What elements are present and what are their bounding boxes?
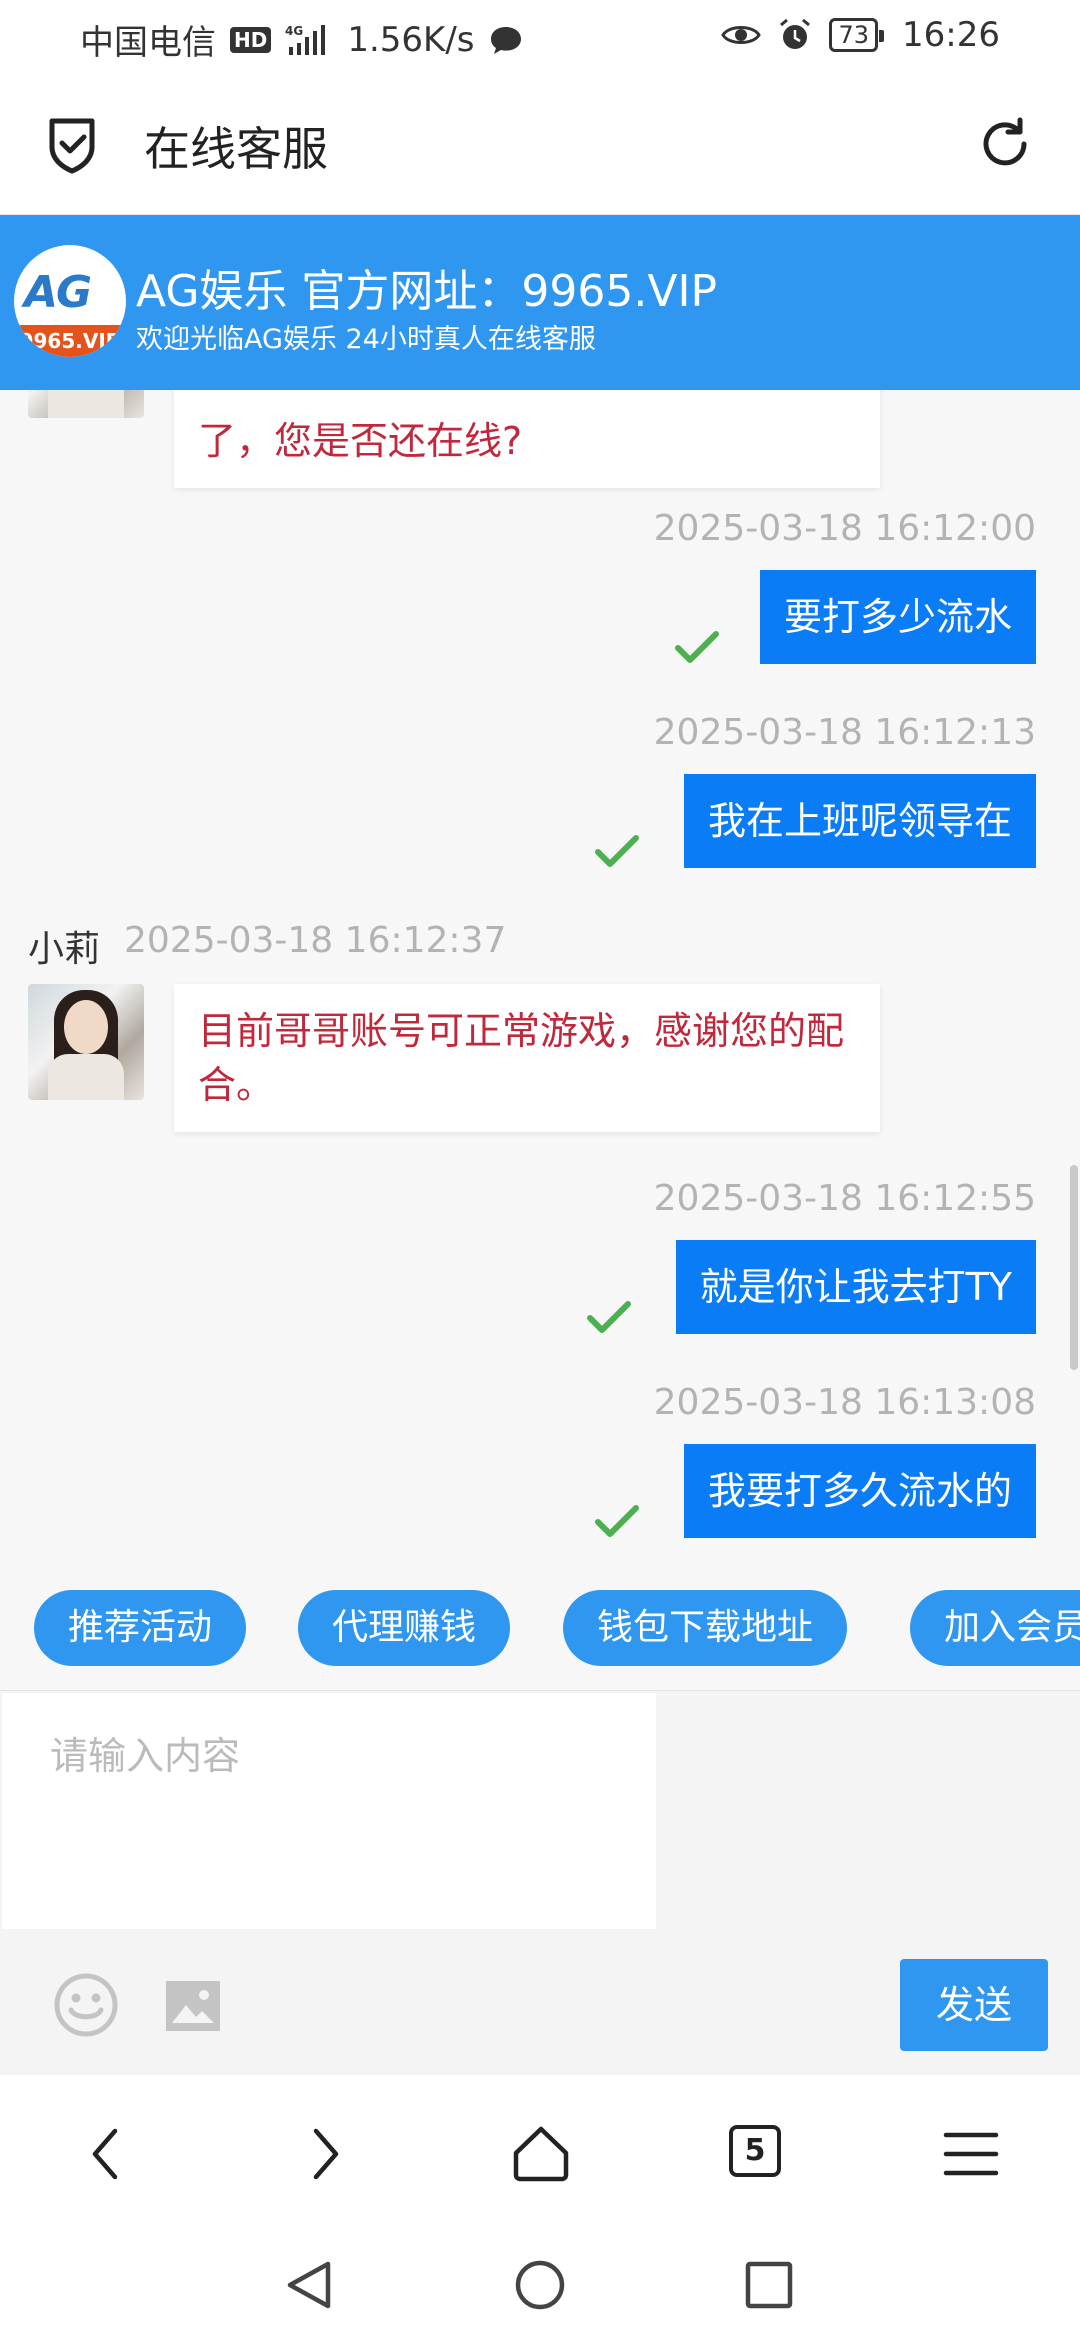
agent-avatar <box>28 390 144 418</box>
battery-icon: 73 <box>829 18 884 52</box>
quick-action-wallet[interactable]: 钱包下载地址 <box>563 1590 848 1666</box>
message-timestamp: 2025-03-18 16:12:37 <box>124 920 507 961</box>
eye-icon <box>721 26 762 44</box>
shield-check-icon[interactable] <box>44 115 100 175</box>
chat-bubble-outgoing: 我要打多久流水的 <box>683 1444 1036 1538</box>
logo-sub: 9965.VIP <box>14 325 126 357</box>
chat-bubble-incoming: 了，您是否还在线? <box>174 390 880 488</box>
message-icon <box>490 26 521 54</box>
logo-text-value: AG <box>24 267 92 318</box>
network-speed: 1.56K/s <box>347 19 475 60</box>
app-header: 在线客服 <box>0 75 1080 215</box>
menu-icon[interactable] <box>940 2123 1002 2185</box>
brand-logo: AG 9965.VIP <box>14 245 126 357</box>
page: 中国电信 HD 4G 1.56K/s 73 16:26 在线客服 AG 9965… <box>0 0 1080 2340</box>
clock: 16:26 <box>902 15 1000 55</box>
net-type-label: 4G <box>285 24 303 38</box>
quick-action-agent[interactable]: 代理赚钱 <box>298 1590 511 1666</box>
message-timestamp: 2025-03-18 16:13:08 <box>653 1382 1036 1423</box>
quick-actions: 推荐活动 代理赚钱 钱包下载地址 加入会员 <box>0 1570 1080 1690</box>
logo-text: AG <box>24 267 92 318</box>
signal-icon: 4G <box>285 24 326 55</box>
refresh-icon[interactable] <box>976 115 1034 173</box>
sender-name: 小莉 <box>28 929 101 970</box>
nav-home-icon[interactable] <box>513 2258 567 2312</box>
banner-subtitle: 欢迎光临AG娱乐 24小时真人在线客服 <box>136 324 596 355</box>
status-bar: 中国电信 HD 4G 1.56K/s 73 16:26 <box>0 0 1080 75</box>
quick-action-recommend[interactable]: 推荐活动 <box>34 1590 247 1666</box>
quick-action-join[interactable]: 加入会员 <box>910 1590 1080 1666</box>
message-composer: 发送 <box>0 1690 1080 2075</box>
hd-icon: HD <box>230 26 272 53</box>
system-navigation <box>0 2230 1080 2340</box>
agent-avatar <box>28 984 144 1100</box>
chat-bubble-outgoing: 就是你让我去打TY <box>675 1240 1036 1334</box>
carrier-name: 中国电信 <box>80 23 216 63</box>
image-upload-icon[interactable] <box>164 1977 222 2035</box>
read-check-icon <box>595 835 639 867</box>
browser-toolbar: 5 <box>0 2075 1080 2230</box>
tabs-button[interactable]: 5 <box>729 2125 781 2177</box>
forward-icon[interactable] <box>292 2123 354 2185</box>
emoji-icon[interactable] <box>54 1973 118 2037</box>
back-icon[interactable] <box>77 2123 139 2185</box>
nav-back-icon[interactable] <box>282 2258 336 2312</box>
chat-scrollbar[interactable] <box>1070 1165 1078 1370</box>
message-timestamp: 2025-03-18 16:12:55 <box>653 1178 1036 1219</box>
chat-bubble-outgoing: 要打多少流水 <box>759 570 1036 664</box>
alarm-icon <box>780 18 811 49</box>
chat-bubble-incoming: 目前哥哥账号可正常游戏，感谢您的配合。 <box>174 984 880 1132</box>
read-check-icon <box>595 1505 639 1537</box>
read-check-icon <box>675 631 719 663</box>
chat-area[interactable]: 了，您是否还在线? 2025-03-18 16:12:00 要打多少流水 202… <box>0 390 1080 1570</box>
brand-banner: AG 9965.VIP AG娱乐 官方网址：9965.VIP 欢迎光临AG娱乐 … <box>0 215 1080 390</box>
chat-bubble-outgoing: 我在上班呢领导在 <box>683 774 1036 868</box>
message-input[interactable] <box>2 1693 656 1929</box>
nav-recents-icon[interactable] <box>742 2258 796 2312</box>
message-timestamp: 2025-03-18 16:12:00 <box>653 508 1036 549</box>
message-timestamp: 2025-03-18 16:12:13 <box>653 712 1036 753</box>
banner-title: AG娱乐 官方网址：9965.VIP <box>136 266 717 317</box>
read-check-icon <box>587 1301 631 1333</box>
send-button[interactable]: 发送 <box>900 1959 1048 2051</box>
home-icon[interactable] <box>510 2123 572 2185</box>
page-title: 在线客服 <box>144 122 328 176</box>
